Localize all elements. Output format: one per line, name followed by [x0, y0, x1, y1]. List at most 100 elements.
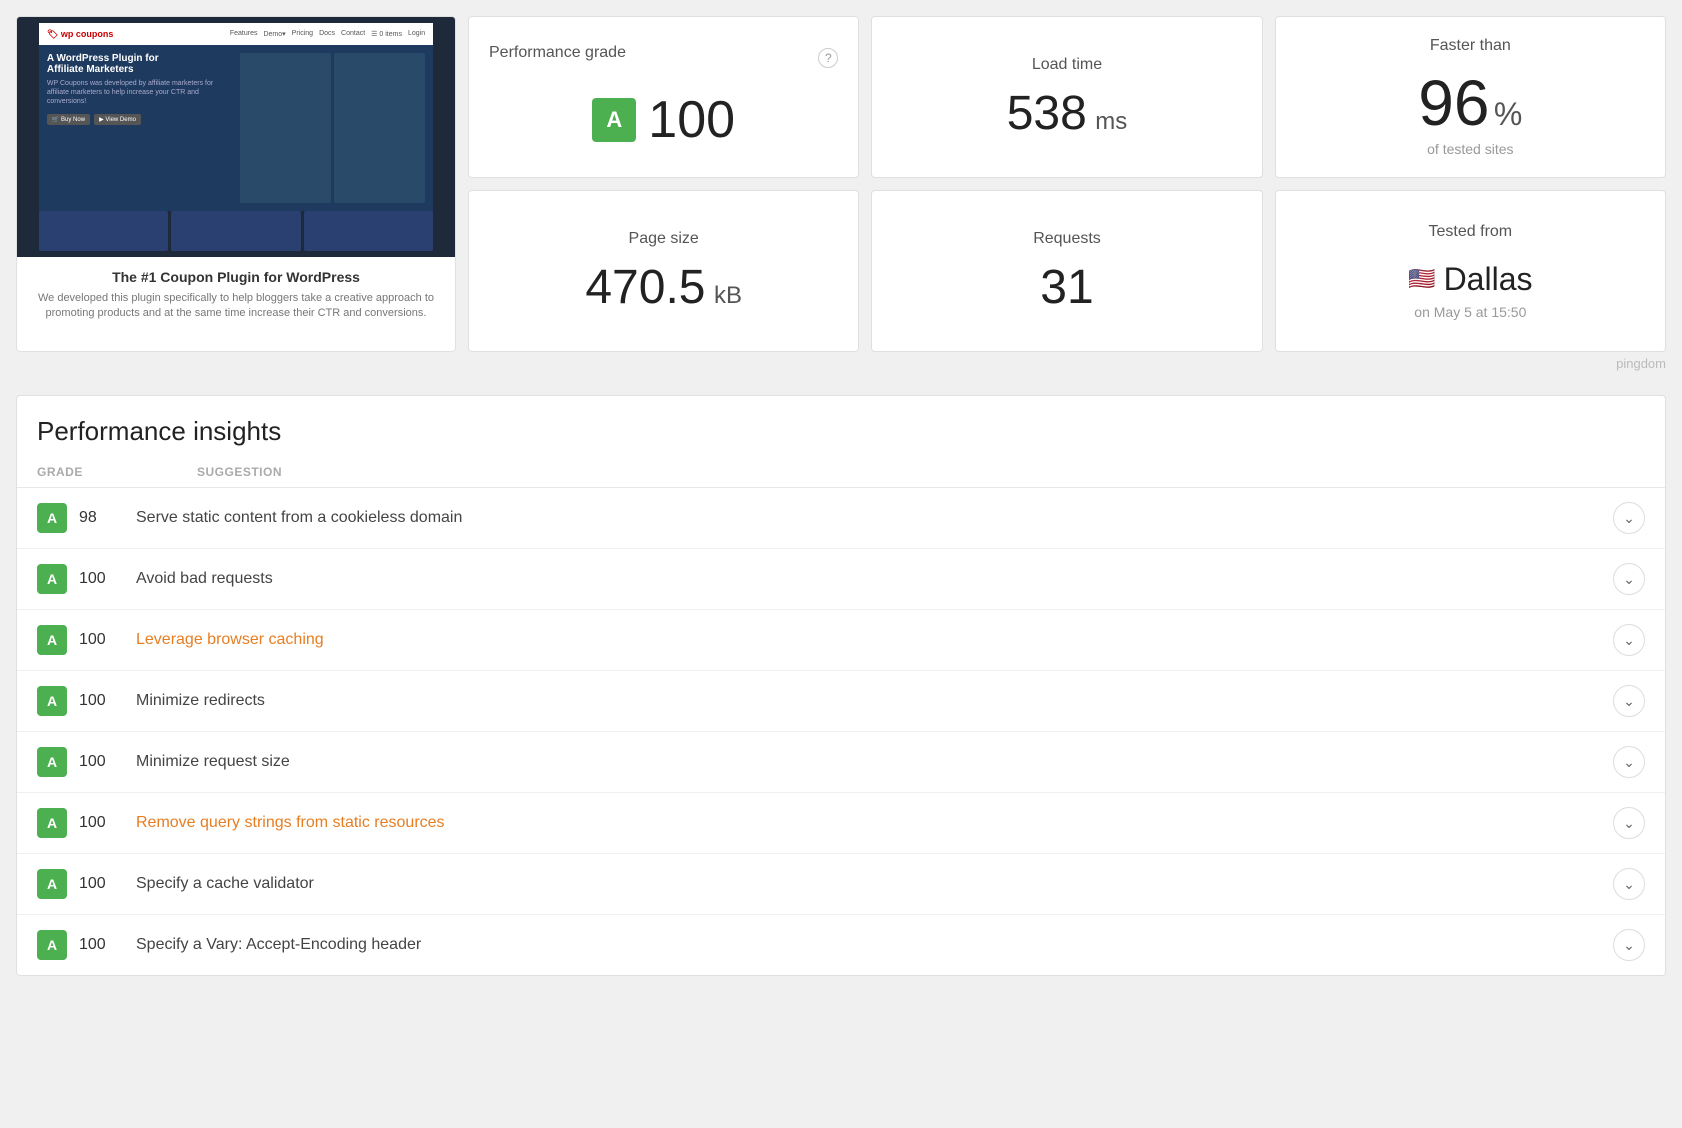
insight-text: Minimize redirects	[136, 692, 1601, 710]
insight-score: 100	[79, 814, 124, 832]
insight-text: Minimize request size	[136, 753, 1601, 771]
expand-button[interactable]: ⌄	[1613, 624, 1645, 656]
insight-grade-badge: A	[37, 808, 67, 838]
insight-score: 100	[79, 631, 124, 649]
metrics-grid: Performance grade ? A 100 Load time 538 …	[468, 16, 1666, 352]
expand-button[interactable]: ⌄	[1613, 868, 1645, 900]
page-size-card: Page size 470.5 kB	[468, 190, 859, 352]
flag-icon: 🇺🇸	[1408, 266, 1435, 292]
requests-card: Requests 31	[871, 190, 1262, 352]
mockup-grid-3	[304, 211, 433, 251]
insight-score: 100	[79, 936, 124, 954]
preview-description: We developed this plugin specifically to…	[29, 291, 443, 322]
faster-than-label: Faster than	[1430, 37, 1511, 55]
faster-than-value: 96	[1418, 67, 1489, 139]
preview-caption: The #1 Coupon Plugin for WordPress We de…	[17, 257, 455, 334]
table-row: A 100 Minimize redirects ⌄	[17, 671, 1665, 732]
page-size-label: Page size	[629, 230, 699, 248]
insight-score: 100	[79, 692, 124, 710]
tested-from-row: 🇺🇸 Dallas	[1408, 261, 1532, 298]
mockup-grid-1	[39, 211, 168, 251]
tested-city: Dallas	[1444, 261, 1533, 298]
performance-grade-card: Performance grade ? A 100	[468, 16, 859, 178]
mockup-grid-2	[171, 211, 300, 251]
load-time-card: Load time 538 ms	[871, 16, 1262, 178]
page-size-value: 470.5	[585, 261, 705, 314]
insight-score: 98	[79, 509, 124, 527]
preview-card: 🏷 wp coupons Features Demo▾ Pricing Docs…	[16, 16, 456, 352]
page-size-unit: kB	[714, 282, 742, 309]
load-time-label: Load time	[1032, 56, 1102, 74]
faster-than-value-row: 96 %	[1418, 71, 1522, 135]
insight-score: 100	[79, 753, 124, 771]
table-row: A 100 Leverage browser caching ⌄	[17, 610, 1665, 671]
faster-than-sub: of tested sites	[1427, 141, 1513, 157]
load-time-unit: ms	[1095, 108, 1127, 135]
pingdom-watermark: pingdom	[0, 352, 1682, 379]
insight-score: 100	[79, 875, 124, 893]
insight-text: Specify a cache validator	[136, 875, 1601, 893]
expand-button[interactable]: ⌄	[1613, 807, 1645, 839]
insight-grade-badge: A	[37, 869, 67, 899]
load-time-value-row: 538 ms	[1007, 90, 1128, 138]
preview-title: The #1 Coupon Plugin for WordPress	[29, 269, 443, 285]
performance-grade-label-row: Performance grade ?	[489, 44, 838, 78]
mockup-hero-buttons: 🛒 Buy Now ▶ View Demo	[47, 114, 232, 125]
insight-text: Remove query strings from static resourc…	[136, 814, 1601, 832]
table-row: A 98 Serve static content from a cookiel…	[17, 488, 1665, 549]
insights-table-header: GRADE SUGGESTION	[17, 457, 1665, 488]
expand-button[interactable]: ⌄	[1613, 746, 1645, 778]
insight-grade-badge: A	[37, 747, 67, 777]
insight-grade-badge: A	[37, 564, 67, 594]
grade-badge: A	[592, 98, 636, 142]
page-size-value-row: 470.5 kB	[585, 264, 742, 312]
insights-section: Performance insights GRADE SUGGESTION A …	[16, 395, 1666, 976]
faster-than-percent: %	[1494, 96, 1522, 132]
faster-than-card: Faster than 96 % of tested sites	[1275, 16, 1666, 178]
table-row: A 100 Specify a cache validator ⌄	[17, 854, 1665, 915]
mockup-screenshot-2	[334, 53, 425, 203]
mockup-hero-text: A WordPress Plugin forAffiliate Marketer…	[47, 53, 232, 203]
mockup-hero: A WordPress Plugin forAffiliate Marketer…	[39, 45, 433, 211]
website-mockup: 🏷 wp coupons Features Demo▾ Pricing Docs…	[39, 23, 433, 251]
performance-grade-number: 100	[648, 90, 735, 150]
expand-button[interactable]: ⌄	[1613, 685, 1645, 717]
load-time-value: 538	[1007, 87, 1087, 140]
tested-from-label: Tested from	[1429, 223, 1513, 241]
mockup-logo-icon: 🏷 wp coupons	[47, 29, 113, 40]
performance-grade-label: Performance grade	[489, 44, 626, 62]
insight-grade-badge: A	[37, 930, 67, 960]
insight-score: 100	[79, 570, 124, 588]
mockup-nav-links: Features Demo▾ Pricing Docs Contact ☰ 0 …	[230, 30, 425, 38]
requests-label: Requests	[1033, 230, 1101, 248]
performance-grade-value-row: A 100	[592, 90, 735, 150]
insights-title: Performance insights	[17, 396, 1665, 457]
top-section: 🏷 wp coupons Features Demo▾ Pricing Docs…	[0, 0, 1682, 352]
expand-button[interactable]: ⌄	[1613, 563, 1645, 595]
help-icon[interactable]: ?	[818, 48, 838, 68]
col-suggestion-header: SUGGESTION	[197, 465, 1645, 479]
requests-value: 31	[1040, 264, 1093, 312]
mockup-screenshots	[240, 53, 425, 203]
mockup-screenshot-1	[240, 53, 331, 203]
insight-text: Avoid bad requests	[136, 570, 1601, 588]
insight-text: Leverage browser caching	[136, 631, 1601, 649]
insight-grade-badge: A	[37, 686, 67, 716]
table-row: A 100 Remove query strings from static r…	[17, 793, 1665, 854]
insight-text: Serve static content from a cookieless d…	[136, 509, 1601, 527]
preview-mockup-container: 🏷 wp coupons Features Demo▾ Pricing Docs…	[17, 17, 455, 257]
insight-text: Specify a Vary: Accept-Encoding header	[136, 936, 1601, 954]
expand-button[interactable]: ⌄	[1613, 502, 1645, 534]
mockup-bottom-grid	[39, 211, 433, 251]
mockup-nav: 🏷 wp coupons Features Demo▾ Pricing Docs…	[39, 23, 433, 45]
tested-from-card: Tested from 🇺🇸 Dallas on May 5 at 15:50	[1275, 190, 1666, 352]
table-row: A 100 Specify a Vary: Accept-Encoding he…	[17, 915, 1665, 975]
table-row: A 100 Minimize request size ⌄	[17, 732, 1665, 793]
insights-rows: A 98 Serve static content from a cookiel…	[17, 488, 1665, 975]
expand-button[interactable]: ⌄	[1613, 929, 1645, 961]
insight-grade-badge: A	[37, 503, 67, 533]
table-row: A 100 Avoid bad requests ⌄	[17, 549, 1665, 610]
col-grade-header: GRADE	[37, 465, 197, 479]
insight-grade-badge: A	[37, 625, 67, 655]
tested-date: on May 5 at 15:50	[1414, 304, 1526, 320]
